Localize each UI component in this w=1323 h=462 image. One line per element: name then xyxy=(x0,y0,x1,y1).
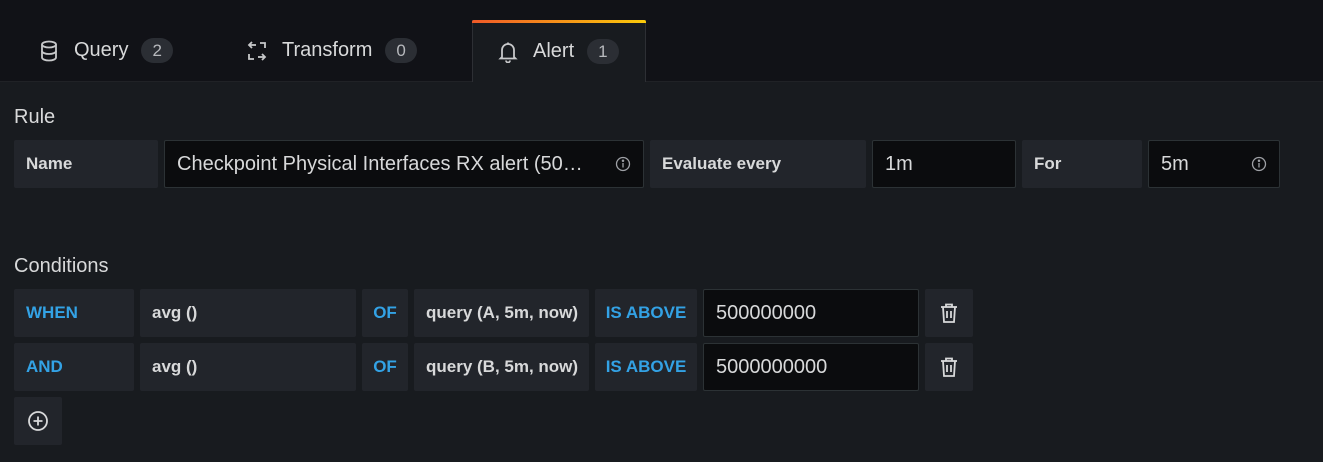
tab-alert-count: 1 xyxy=(587,39,619,64)
tab-query-label: Query xyxy=(74,39,129,61)
database-icon xyxy=(38,40,60,62)
rule-name-value: Checkpoint Physical Interfaces RX alert … xyxy=(177,152,583,175)
for-label: For xyxy=(1022,140,1142,188)
alert-editor: Rule Name Checkpoint Physical Interfaces… xyxy=(0,82,1323,462)
condition-of: OF xyxy=(362,343,408,391)
rule-name-label: Name xyxy=(14,140,158,188)
condition-reducer[interactable]: avg () xyxy=(140,343,356,391)
condition-query[interactable]: query (A, 5m, now) xyxy=(414,289,589,337)
tab-query[interactable]: Query 2 xyxy=(38,20,173,81)
info-icon xyxy=(615,156,631,172)
plus-circle-icon xyxy=(27,410,49,432)
condition-operator-and[interactable]: AND xyxy=(14,343,134,391)
condition-evaluator[interactable]: IS ABOVE xyxy=(595,343,697,391)
condition-reducer[interactable]: avg () xyxy=(140,289,356,337)
condition-threshold-value: 500000000 xyxy=(716,301,817,324)
evaluate-every-value: 1m xyxy=(885,152,913,175)
tab-bar: Query 2 Transform 0 Alert 1 xyxy=(0,0,1323,82)
transform-icon xyxy=(246,40,268,62)
info-icon xyxy=(1251,156,1267,172)
bell-icon xyxy=(497,41,519,63)
condition-threshold-input[interactable]: 5000000000 xyxy=(703,343,919,391)
add-condition-button[interactable] xyxy=(14,397,62,445)
tab-query-count: 2 xyxy=(141,38,173,63)
tab-transform[interactable]: Transform 0 xyxy=(246,20,417,81)
evaluate-every-input[interactable]: 1m xyxy=(872,140,1016,188)
condition-threshold-input[interactable]: 500000000 xyxy=(703,289,919,337)
tab-alert[interactable]: Alert 1 xyxy=(472,20,646,82)
tab-transform-label: Transform xyxy=(282,39,373,61)
condition-query[interactable]: query (B, 5m, now) xyxy=(414,343,589,391)
rule-section-title: Rule xyxy=(14,106,56,128)
evaluate-every-label: Evaluate every xyxy=(650,140,866,188)
tab-alert-label: Alert xyxy=(533,40,575,62)
tab-transform-count: 0 xyxy=(385,38,417,63)
trash-icon xyxy=(939,356,959,378)
condition-threshold-value: 5000000000 xyxy=(716,355,828,378)
condition-evaluator[interactable]: IS ABOVE xyxy=(595,289,697,337)
for-value: 5m xyxy=(1161,152,1189,175)
rule-name-input[interactable]: Checkpoint Physical Interfaces RX alert … xyxy=(164,140,644,188)
delete-condition-button[interactable] xyxy=(925,343,973,391)
delete-condition-button[interactable] xyxy=(925,289,973,337)
condition-of: OF xyxy=(362,289,408,337)
for-input[interactable]: 5m xyxy=(1148,140,1280,188)
trash-icon xyxy=(939,302,959,324)
conditions-section-title: Conditions xyxy=(14,255,109,277)
condition-operator-when[interactable]: WHEN xyxy=(14,289,134,337)
